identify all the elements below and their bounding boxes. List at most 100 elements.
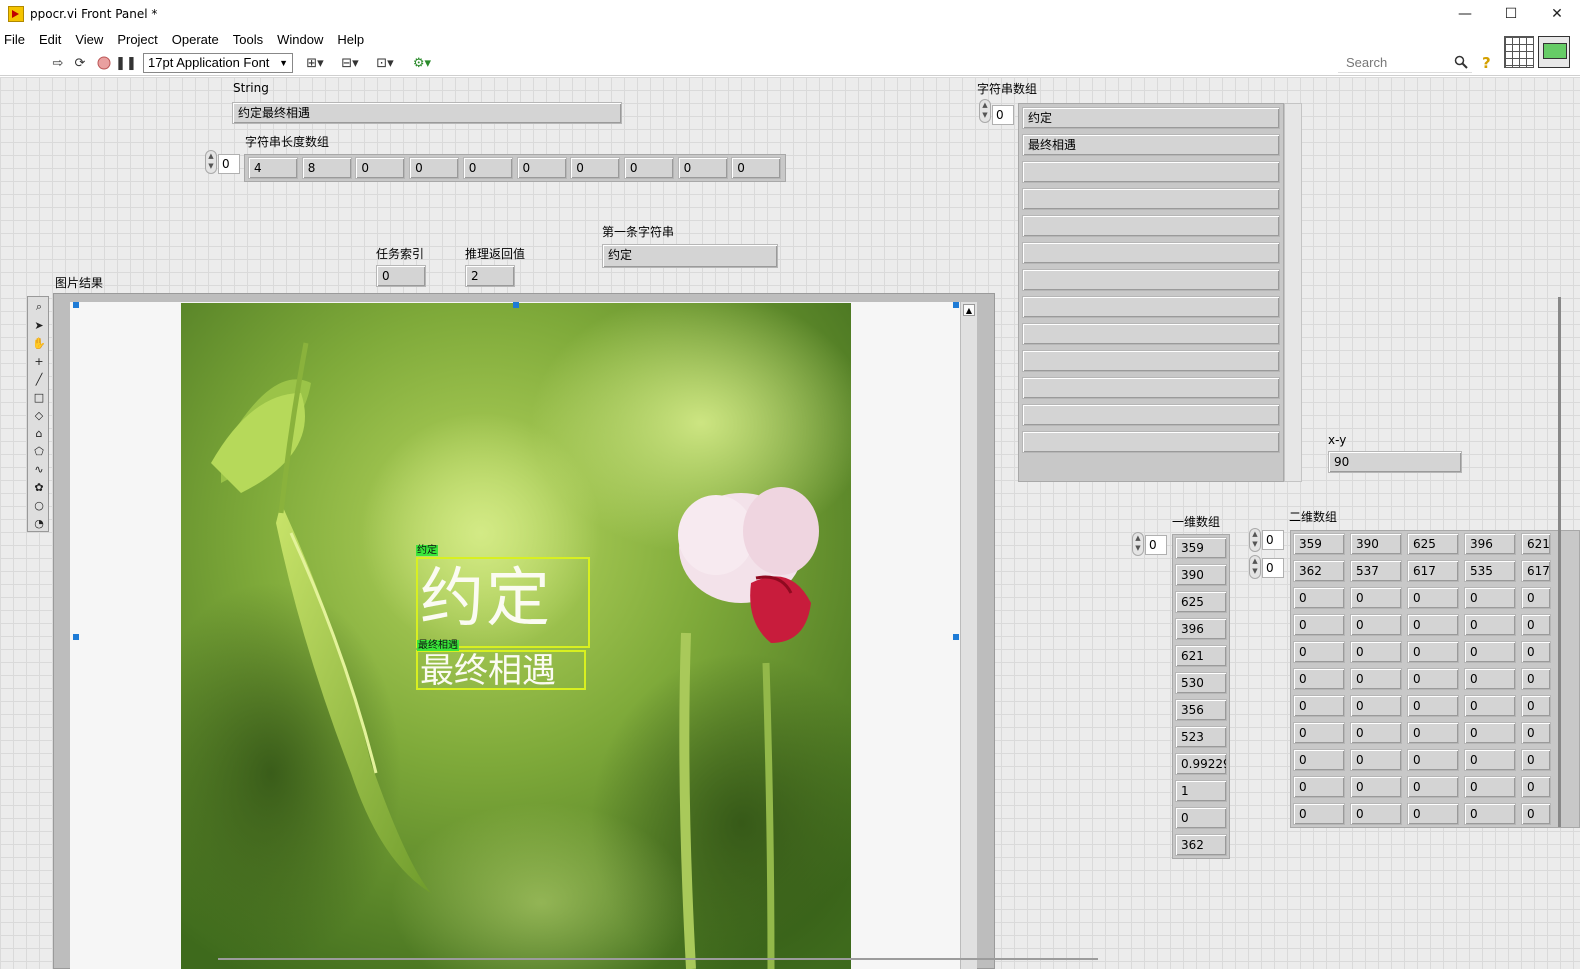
array-2d-element[interactable]: 0	[1350, 641, 1402, 663]
context-help-icon[interactable]: ?	[1482, 54, 1491, 72]
array-2d-element[interactable]: 0	[1293, 749, 1345, 771]
polygon-icon[interactable]: ⬠	[31, 443, 47, 459]
array-2d-element[interactable]: 362	[1293, 560, 1345, 582]
length-array-element[interactable]: 0	[462, 157, 513, 179]
array-1d-index-spinner[interactable]: ▲ ▼	[1132, 532, 1144, 556]
array-1d-element[interactable]: 0.99229	[1175, 753, 1227, 775]
vi-icon[interactable]	[1538, 36, 1570, 68]
length-array-element[interactable]: 0	[731, 157, 782, 179]
string-array-element[interactable]	[1022, 377, 1280, 399]
string-array-element[interactable]	[1022, 323, 1280, 345]
array-1d-index[interactable]: 0	[1145, 535, 1167, 555]
array-2d-element[interactable]: 0	[1293, 776, 1345, 798]
length-array-element[interactable]: 8	[301, 157, 352, 179]
menu-help[interactable]: Help	[330, 32, 371, 47]
abort-icon[interactable]	[96, 55, 112, 71]
return-value-indicator[interactable]: 2	[465, 265, 515, 287]
array-2d-element[interactable]: 0	[1407, 695, 1459, 717]
menu-operate[interactable]: Operate	[165, 32, 226, 47]
array-2d-element[interactable]: 0	[1521, 749, 1551, 771]
array-1d-element[interactable]: 362	[1175, 834, 1227, 856]
connector-pane-icon[interactable]	[1504, 36, 1534, 68]
array-1d-element[interactable]: 1	[1175, 780, 1227, 802]
array-1d-element[interactable]: 523	[1175, 726, 1227, 748]
array-2d-row-index[interactable]: 0	[1262, 530, 1284, 550]
oval-icon[interactable]: ○	[31, 497, 47, 513]
first-string-indicator[interactable]: 约定	[602, 244, 778, 268]
string-array-element[interactable]	[1022, 215, 1280, 237]
array-2d-element[interactable]: 0	[1521, 587, 1551, 609]
string-indicator[interactable]: 约定最终相遇	[232, 102, 622, 124]
menu-tools[interactable]: Tools	[226, 32, 270, 47]
menu-view[interactable]: View	[68, 32, 110, 47]
array-1d-element[interactable]: 621	[1175, 645, 1227, 667]
array-2d-element[interactable]: 0	[1407, 722, 1459, 744]
resize-handle[interactable]	[953, 302, 959, 308]
maximize-button[interactable]: ☐	[1488, 0, 1534, 28]
panel-vertical-scrollbar[interactable]	[1558, 297, 1561, 827]
string-array-element[interactable]	[1022, 269, 1280, 291]
array-2d-element[interactable]: 0	[1464, 587, 1516, 609]
array-2d-element[interactable]: 0	[1464, 803, 1516, 825]
string-array-element[interactable]: 约定	[1022, 107, 1280, 129]
array-2d-row-spinner[interactable]: ▲ ▼	[1249, 528, 1261, 552]
array-2d-element[interactable]: 0	[1521, 641, 1551, 663]
point-icon[interactable]: +	[31, 353, 47, 369]
length-array-element[interactable]: 0	[677, 157, 728, 179]
broken-line-icon[interactable]: ◔	[31, 515, 47, 531]
array-2d-element[interactable]: 0	[1293, 722, 1345, 744]
array-2d-element[interactable]: 0	[1293, 803, 1345, 825]
freehand-line-icon[interactable]: ∿	[31, 461, 47, 477]
array-1d-element[interactable]: 359	[1175, 537, 1227, 559]
length-array-element[interactable]: 0	[623, 157, 674, 179]
array-2d-element[interactable]: 0	[1350, 587, 1402, 609]
array-2d-element[interactable]: 0	[1350, 614, 1402, 636]
length-array-index-spinner[interactable]: ▲ ▼	[205, 150, 217, 174]
array-1d-element[interactable]: 396	[1175, 618, 1227, 640]
resize-handle[interactable]	[73, 302, 79, 308]
array-2d-element[interactable]: 0	[1521, 776, 1551, 798]
array-2d-element[interactable]: 0	[1293, 668, 1345, 690]
array-2d-element[interactable]: 0	[1350, 749, 1402, 771]
array-2d-element[interactable]: 0	[1350, 776, 1402, 798]
resize-handle[interactable]	[953, 634, 959, 640]
string-array-element[interactable]	[1022, 404, 1280, 426]
array-2d-element[interactable]: 0	[1350, 803, 1402, 825]
reorder-icon[interactable]: ⚙▾	[410, 55, 434, 71]
array-2d-element[interactable]: 0	[1464, 641, 1516, 663]
array-1d-element[interactable]: 530	[1175, 672, 1227, 694]
array-2d-element[interactable]: 0	[1521, 722, 1551, 744]
array-2d-element[interactable]: 0	[1407, 668, 1459, 690]
run-continuously-icon[interactable]: ⟳	[72, 55, 88, 71]
array-2d-element[interactable]: 396	[1464, 533, 1516, 555]
xy-indicator[interactable]: 90	[1328, 451, 1462, 473]
array-2d-element[interactable]: 0	[1464, 749, 1516, 771]
resize-objects-icon[interactable]: ⊡▾	[373, 55, 397, 71]
array-2d-element[interactable]: 0	[1350, 695, 1402, 717]
string-array-element[interactable]	[1022, 350, 1280, 372]
length-array-element[interactable]: 4	[248, 157, 298, 179]
array-2d-element[interactable]: 0	[1464, 695, 1516, 717]
length-array-index[interactable]: 0	[218, 154, 240, 174]
close-button[interactable]: ✕	[1534, 0, 1580, 28]
rotated-rectangle-icon[interactable]: ◇	[31, 407, 47, 423]
array-2d-element[interactable]: 0	[1521, 668, 1551, 690]
array-2d-col-index[interactable]: 0	[1262, 558, 1284, 578]
menu-project[interactable]: Project	[110, 32, 164, 47]
array-2d-element[interactable]: 625	[1407, 533, 1459, 555]
array-2d-element[interactable]: 0	[1464, 776, 1516, 798]
array-1d-element[interactable]: 390	[1175, 564, 1227, 586]
array-2d-element[interactable]: 0	[1407, 776, 1459, 798]
pointer-icon[interactable]: ➤	[31, 317, 47, 333]
array-2d-element[interactable]: 0	[1464, 614, 1516, 636]
string-array-element[interactable]	[1022, 296, 1280, 318]
scroll-up-icon[interactable]: ▲	[963, 304, 975, 316]
image-vertical-scrollbar[interactable]: ▲	[960, 302, 977, 969]
length-array-element[interactable]: 0	[516, 157, 567, 179]
array-2d-element[interactable]: 0	[1293, 614, 1345, 636]
length-array-element[interactable]: 0	[570, 157, 621, 179]
run-arrow-icon[interactable]: ⇨	[50, 55, 66, 71]
array-2d-element[interactable]: 0	[1293, 641, 1345, 663]
minimize-button[interactable]: —	[1442, 0, 1488, 28]
string-array-element[interactable]: 最终相遇	[1022, 134, 1280, 156]
